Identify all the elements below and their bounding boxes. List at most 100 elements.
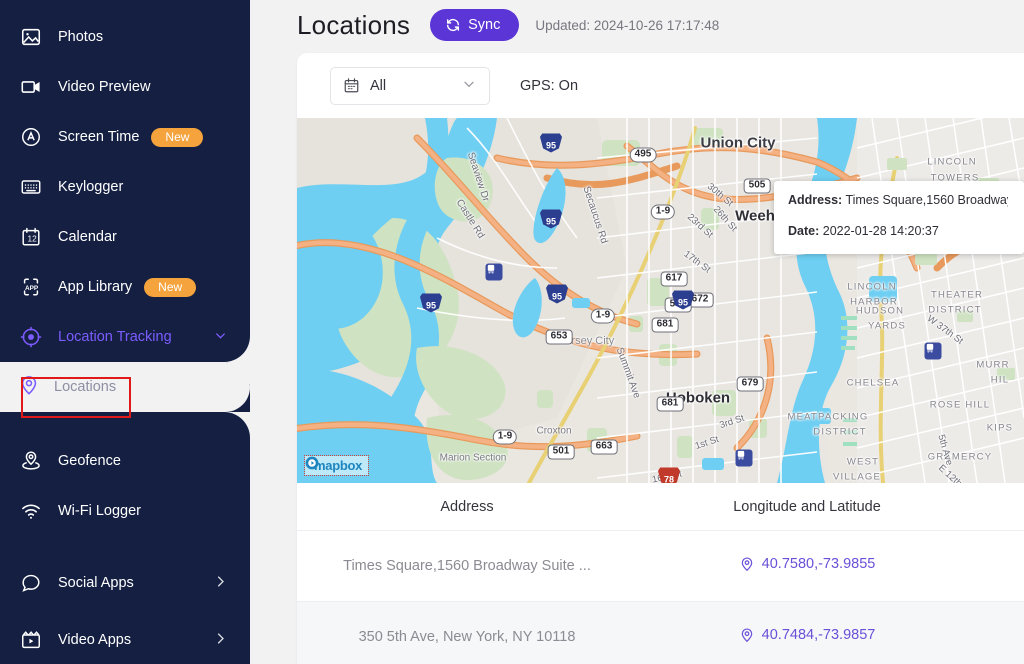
- sidebar-active-wrapper: Locations: [0, 336, 250, 438]
- map-route-shield: 617: [660, 271, 688, 287]
- table-row[interactable]: 350 5th Ave, New York, NY 10118 40.7484,…: [297, 602, 1024, 664]
- locations-card: All GPS: On Union City Weeh Hoboken Jers…: [297, 53, 1024, 664]
- corner-cap-top: [224, 336, 250, 362]
- date-filter-select[interactable]: All: [330, 66, 490, 105]
- coordinates-value: 40.7580,-73.9855: [761, 556, 876, 572]
- map-route-shield: 681: [656, 396, 684, 412]
- sidebar-item-label: Locations: [54, 379, 117, 395]
- sidebar: Photos Video Preview Screen Time New Key…: [0, 0, 250, 664]
- map-place-label: CHELSEA: [846, 377, 900, 389]
- sync-button[interactable]: Sync: [430, 9, 520, 41]
- popup-date-row: Date: 2022-01-28 14:20:37: [788, 225, 1008, 239]
- popup-address-value: Times Square,1560 Broadway Suite: [845, 194, 1008, 207]
- sidebar-item-label: App Library: [58, 279, 133, 295]
- sidebar-item-label: Screen Time: [58, 129, 140, 145]
- map-pin-icon: [739, 627, 755, 643]
- sidebar-item-video-preview[interactable]: Video Preview: [0, 62, 250, 112]
- map-popup: Address: Times Square,1560 Broadway Suit…: [774, 181, 1024, 254]
- column-header-address: Address: [440, 498, 494, 515]
- map-place-label: LINCOLN: [927, 156, 977, 168]
- map-place-label: Union City: [700, 134, 776, 152]
- map-route-shield: 1-9: [590, 308, 616, 324]
- page-header: Locations Sync Updated: 2024-10-26 17:17…: [297, 0, 1024, 46]
- badge-new: New: [151, 127, 204, 147]
- locations-table: Address Longitude and Latitude Times Squ…: [297, 483, 1024, 664]
- svg-text:APP: APP: [25, 285, 39, 292]
- video-camera-icon: [18, 74, 44, 100]
- table-row[interactable]: Times Square,1560 Broadway Suite ... 40.…: [297, 531, 1024, 602]
- map-pin-icon: [739, 556, 755, 572]
- app-library-icon: APP: [18, 274, 44, 300]
- keyboard-icon: [18, 174, 44, 200]
- map-place-label: DISTRICT: [928, 304, 982, 316]
- map-route-shield: 495: [629, 147, 657, 163]
- sidebar-item-label: Geofence: [58, 453, 121, 469]
- mapbox-label: mapbox: [314, 458, 363, 473]
- map-place-label: Weeh: [735, 207, 775, 225]
- map-interstate-shield: 78: [658, 467, 680, 483]
- sync-label: Sync: [468, 17, 501, 33]
- map-place-label: THEATER: [930, 289, 984, 301]
- screen-time-icon: [18, 124, 44, 150]
- sidebar-item-calendar[interactable]: 12 Calendar: [0, 212, 250, 262]
- map-pin-icon: [18, 374, 40, 400]
- map-route-shield: 1-9: [650, 204, 676, 220]
- sidebar-item-keylogger[interactable]: Keylogger: [0, 162, 250, 212]
- map-place-label: LINCOLN: [847, 281, 897, 293]
- sidebar-item-social-apps[interactable]: Social Apps: [0, 558, 250, 608]
- map-place-label: KIPS: [986, 422, 1014, 434]
- sidebar-item-app-library[interactable]: APP App Library New: [0, 262, 250, 312]
- chevron-right-icon[interactable]: [213, 631, 228, 650]
- popup-date-label: Date:: [788, 224, 820, 238]
- chevron-right-icon[interactable]: [213, 574, 228, 593]
- main-content: Locations Sync Updated: 2024-10-26 17:17…: [250, 0, 1024, 664]
- corner-cap-bottom: [224, 412, 250, 438]
- sidebar-item-wifi-logger[interactable]: Wi-Fi Logger: [0, 486, 250, 536]
- sidebar-item-video-apps[interactable]: Video Apps: [0, 615, 250, 664]
- map-place-label: WEST: [846, 456, 880, 468]
- sidebar-item-geofence[interactable]: Geofence: [0, 436, 250, 486]
- map-route-shield: 679: [736, 376, 764, 392]
- badge-new: New: [144, 277, 197, 297]
- geofence-icon: [18, 448, 44, 474]
- map-place-label: MURR: [976, 359, 1010, 371]
- sidebar-item-label: Photos: [58, 29, 104, 45]
- map-place-label: VILLAGE: [832, 471, 882, 483]
- sidebar-item-label: Calendar: [58, 229, 117, 245]
- wifi-icon: [18, 498, 44, 524]
- video-apps-icon: [18, 627, 44, 653]
- sidebar-item-screen-time[interactable]: Screen Time New: [0, 112, 250, 162]
- sidebar-item-location-tracking[interactable]: Location Tracking: [0, 312, 250, 362]
- sidebar-item-label: Video Apps: [58, 632, 132, 648]
- map-transit-marker: [924, 342, 942, 360]
- map-place-label: MEATPACKING: [787, 411, 869, 423]
- table-header-row: Address Longitude and Latitude: [297, 483, 1024, 531]
- sidebar-item-label: Location Tracking: [58, 329, 172, 345]
- sidebar-item-photos[interactable]: Photos: [0, 12, 250, 62]
- map-place-label: Marion Section: [439, 452, 507, 464]
- map-place-label: GRAMERCY: [927, 451, 993, 463]
- chat-bubble-icon: [18, 570, 44, 596]
- map-view[interactable]: Union City Weeh Hoboken Jersey City Croxton M…: [297, 118, 1024, 483]
- app-window: Photos Video Preview Screen Time New Key…: [0, 0, 1024, 664]
- sidebar-item-locations[interactable]: Locations: [0, 362, 250, 412]
- mapbox-attribution-link[interactable]: mapbox: [303, 455, 370, 476]
- photos-icon: [18, 24, 44, 50]
- map-place-label: HIL: [990, 374, 1010, 386]
- cell-coordinates: 40.7580,-73.9855: [637, 556, 977, 576]
- sidebar-item-label: Keylogger: [58, 179, 124, 195]
- map-place-label: ROSE HILL: [929, 399, 991, 411]
- map-place-label: DISTRICT: [813, 426, 867, 438]
- cell-address: 350 5th Ave, New York, NY 10118: [358, 629, 576, 645]
- map-route-shield: 501: [547, 444, 575, 460]
- map-route-shield: 653: [545, 329, 573, 345]
- map-place-label: Croxton: [536, 425, 572, 437]
- filter-bar: All GPS: On: [297, 53, 1024, 118]
- sidebar-item-label: Wi-Fi Logger: [58, 503, 141, 519]
- map-route-shield: 1-9: [492, 429, 518, 445]
- chevron-down-icon[interactable]: [461, 76, 477, 96]
- map-route-shield: 505: [743, 178, 771, 194]
- map-place-label: HUDSON: [855, 305, 905, 317]
- map-canvas: [297, 118, 1024, 483]
- calendar-icon: [343, 77, 360, 94]
